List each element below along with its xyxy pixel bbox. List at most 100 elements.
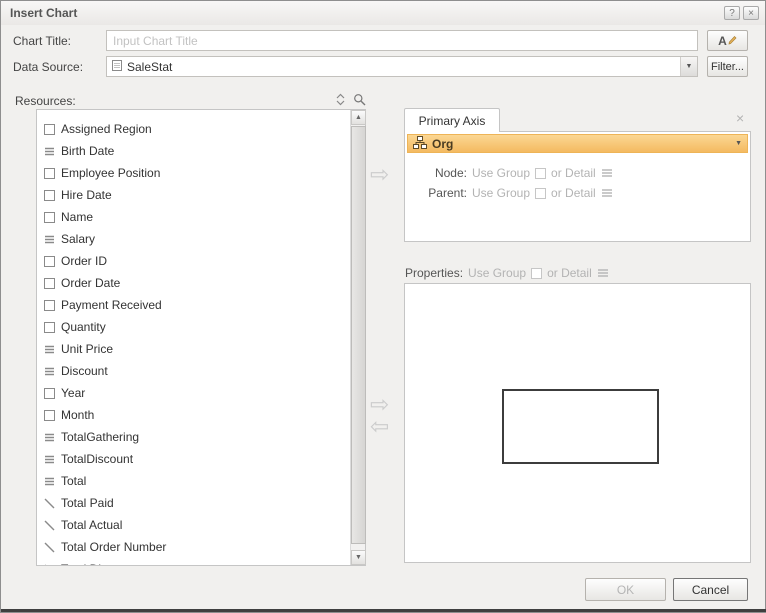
resources-list: Assigned Region Birth Date Employee Positi…	[36, 109, 366, 566]
resource-item-label: Birth Date	[61, 144, 114, 158]
data-source-dropdown-button[interactable]: ▼	[680, 57, 697, 76]
resource-item-label: Assigned Region	[61, 122, 152, 136]
measure-icon	[43, 145, 56, 158]
screen-edge	[1, 609, 766, 612]
field-icon	[43, 277, 56, 290]
resource-item[interactable]: Birth Date	[37, 140, 350, 162]
resource-item-label: Name	[61, 210, 93, 224]
resource-item[interactable]: TotalDiscount	[37, 448, 350, 470]
field-icon	[43, 167, 56, 180]
dialog-titlebar[interactable]: Insert Chart ? ×	[1, 1, 765, 25]
resource-item-label: Total	[61, 474, 86, 488]
resource-item[interactable]: Hire Date	[37, 184, 350, 206]
insert-chart-dialog: Insert Chart ? × Chart Title: A Data Sou…	[0, 0, 766, 613]
binding-dropdown-icon[interactable]: ▼	[735, 140, 742, 147]
help-icon: ?	[729, 8, 735, 19]
node-detail-icon[interactable]	[601, 168, 613, 178]
measure-icon	[43, 233, 56, 246]
resource-item-label: Employee Position	[61, 166, 160, 180]
resource-item[interactable]: Year	[37, 382, 350, 404]
resource-item[interactable]: Name	[37, 206, 350, 228]
properties-panel[interactable]	[404, 283, 751, 563]
field-icon	[43, 299, 56, 312]
resource-item[interactable]: Total	[37, 470, 350, 492]
filter-button[interactable]: Filter...	[707, 56, 748, 77]
field-icon	[43, 255, 56, 268]
search-icon[interactable]	[353, 93, 366, 106]
parent-or-detail-label: or Detail	[551, 186, 596, 200]
font-style-button-label: A	[718, 34, 727, 48]
field-icon	[43, 189, 56, 202]
resource-item[interactable]: Salary	[37, 228, 350, 250]
tab-close-icon[interactable]: ×	[736, 110, 744, 126]
properties-detail-icon[interactable]	[597, 268, 609, 278]
resources-label: Resources:	[15, 94, 76, 108]
resource-item[interactable]: Discount	[37, 360, 350, 382]
font-style-button[interactable]: A	[707, 30, 748, 51]
resources-scrollbar[interactable]: ▲ ▼	[350, 110, 365, 565]
ok-button[interactable]: OK	[585, 578, 666, 601]
sort-icon[interactable]	[335, 93, 346, 106]
org-chart-icon	[413, 136, 427, 152]
resource-item-label: Order Date	[61, 276, 120, 290]
parent-use-group-label: Use Group	[472, 186, 530, 200]
resources-list-items: Assigned Region Birth Date Employee Positi…	[37, 110, 350, 565]
measure-icon	[43, 343, 56, 356]
data-source-value: SaleStat	[127, 60, 172, 74]
close-button[interactable]: ×	[743, 6, 759, 20]
properties-or-detail-label: or Detail	[547, 266, 592, 280]
resource-item[interactable]: Total Order Number	[37, 536, 350, 558]
calc-icon	[43, 497, 56, 510]
resource-item-label: Quantity	[61, 320, 106, 334]
tab-primary-axis-label: Primary Axis	[419, 114, 486, 128]
measure-icon	[43, 475, 56, 488]
primary-axis-panel: Org ▼ Node: Use Group or Detail Parent: …	[404, 131, 751, 242]
chart-title-input[interactable]	[106, 30, 698, 51]
calc-icon	[43, 519, 56, 532]
resource-item-label: Total Discount	[61, 562, 136, 565]
axis-binding-name: Org	[432, 137, 453, 151]
resource-item[interactable]: Unit Price	[37, 338, 350, 360]
resource-item[interactable]: Total Actual	[37, 514, 350, 536]
resource-item[interactable]: Order Date	[37, 272, 350, 294]
data-source-combobox[interactable]: SaleStat ▼	[106, 56, 698, 77]
node-or-detail-label: or Detail	[551, 166, 596, 180]
properties-use-group-checkbox[interactable]	[531, 268, 542, 279]
pencil-icon	[728, 34, 737, 48]
resource-item-label: Unit Price	[61, 342, 113, 356]
scrollbar-thumb[interactable]	[351, 126, 366, 544]
axis-binding-header[interactable]: Org ▼	[407, 134, 748, 153]
resource-item-label: Hire Date	[61, 188, 112, 202]
resource-item-label: TotalDiscount	[61, 452, 133, 466]
remove-property-arrow-icon: ⇦	[370, 415, 389, 438]
measure-icon	[43, 453, 56, 466]
resource-item[interactable]: Assigned Region	[37, 118, 350, 140]
node-use-group-checkbox[interactable]	[535, 168, 546, 179]
resource-item[interactable]: Payment Received	[37, 294, 350, 316]
parent-detail-icon[interactable]	[601, 188, 613, 198]
scroll-down-icon[interactable]: ▼	[351, 550, 366, 565]
chart-title-label: Chart Title:	[13, 34, 71, 48]
resource-item[interactable]: Total Paid	[37, 492, 350, 514]
resource-item[interactable]: Order ID	[37, 250, 350, 272]
resource-item[interactable]: TotalGathering	[37, 426, 350, 448]
scroll-up-icon[interactable]: ▲	[351, 110, 366, 125]
measure-icon	[43, 365, 56, 378]
parent-label: Parent:	[425, 186, 467, 200]
resource-item-label: Year	[61, 386, 85, 400]
resource-item-label: Month	[61, 408, 94, 422]
field-icon	[43, 211, 56, 224]
tab-primary-axis[interactable]: Primary Axis	[404, 108, 500, 132]
cancel-button[interactable]: Cancel	[673, 578, 748, 601]
resource-item[interactable]: Month	[37, 404, 350, 426]
resource-item-label: Total Actual	[61, 518, 122, 532]
node-label: Node:	[425, 166, 467, 180]
resource-item-label: Discount	[61, 364, 108, 378]
field-icon	[43, 409, 56, 422]
resource-item[interactable]: Quantity	[37, 316, 350, 338]
parent-use-group-checkbox[interactable]	[535, 188, 546, 199]
resource-item[interactable]: Total Discount	[37, 558, 350, 565]
help-button[interactable]: ?	[724, 6, 740, 20]
resource-item[interactable]: Employee Position	[37, 162, 350, 184]
measure-icon	[43, 431, 56, 444]
